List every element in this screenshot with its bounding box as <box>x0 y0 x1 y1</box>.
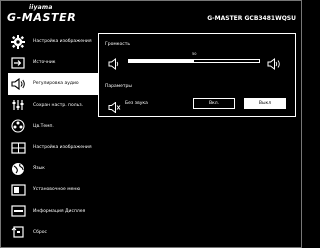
display-info-icon <box>10 204 26 218</box>
save-settings-icon <box>10 98 26 112</box>
mute-row: Без звука Вкл. Выкл <box>108 96 288 114</box>
input-source-icon <box>10 56 26 70</box>
mute-off-button[interactable]: Выкл <box>244 98 286 109</box>
menu-label: Цв.Темп. <box>33 123 54 129</box>
volume-label: Громкость <box>105 42 130 47</box>
menu-label: Источник <box>33 60 56 66</box>
params-label: Параметры <box>105 84 132 89</box>
menu-label: Настройка изображения <box>33 145 92 151</box>
menu-label: Язык <box>33 166 45 172</box>
menu-label: Информация Дисплея <box>33 208 86 214</box>
volume-slider-fill <box>129 60 194 62</box>
reset-icon <box>10 225 26 239</box>
menu-item-color-temp[interactable]: Цв.Темп. <box>8 116 100 137</box>
gear-icon <box>10 34 26 49</box>
logo-gmaster: G-MASTER <box>7 11 77 24</box>
menu-item-language[interactable]: Язык <box>8 158 100 179</box>
globe-icon <box>10 162 26 176</box>
model-name: G-MASTER GCB3481WQSU <box>207 15 296 22</box>
volume-down-icon[interactable] <box>108 55 120 74</box>
menu-label: Настройка изображения <box>33 39 92 45</box>
menu-label: Регулировка аудио <box>33 81 79 87</box>
menu-item-save-settings[interactable]: Сохран настр. польз. <box>8 95 100 116</box>
menu-item-audio[interactable]: Регулировка аудио <box>8 73 100 95</box>
menu-item-picture-adjust[interactable]: Настройка изображения <box>8 31 100 52</box>
menu-label: Сброс <box>33 229 48 235</box>
setup-menu-icon <box>10 183 26 197</box>
logo-iiyama: iiyama <box>29 4 53 11</box>
menu-item-display-info[interactable]: Информация Дисплея <box>8 201 100 222</box>
osd-screen: iiyama G-MASTER G-MASTER GCB3481WQSU Нас… <box>0 0 302 248</box>
volume-value: 50 <box>192 52 197 56</box>
mute-on-button[interactable]: Вкл. <box>193 98 235 109</box>
mute-speaker-icon <box>108 98 121 117</box>
volume-slider[interactable] <box>128 59 260 63</box>
menu-item-input[interactable]: Источник <box>8 52 100 73</box>
mute-label: Без звука <box>125 101 148 106</box>
image-setup-icon <box>10 141 26 155</box>
menu-label: Сохран настр. польз. <box>33 102 84 108</box>
audio-panel: Громкость 50 Параметры Без звука Вкл. Вы… <box>98 33 296 117</box>
speaker-icon <box>10 77 26 91</box>
volume-up-icon[interactable] <box>267 55 282 74</box>
color-palette-icon <box>10 119 26 133</box>
menu-item-reset[interactable]: Сброс <box>8 222 100 243</box>
menu-item-image-setup[interactable]: Настройка изображения <box>8 137 100 158</box>
menu-item-setup-menu[interactable]: Установочное меню <box>8 179 100 200</box>
menu-label: Установочное меню <box>33 187 81 193</box>
main-menu: Настройка изображения Источник Регулиров… <box>8 31 100 243</box>
volume-row: 50 <box>108 52 288 70</box>
